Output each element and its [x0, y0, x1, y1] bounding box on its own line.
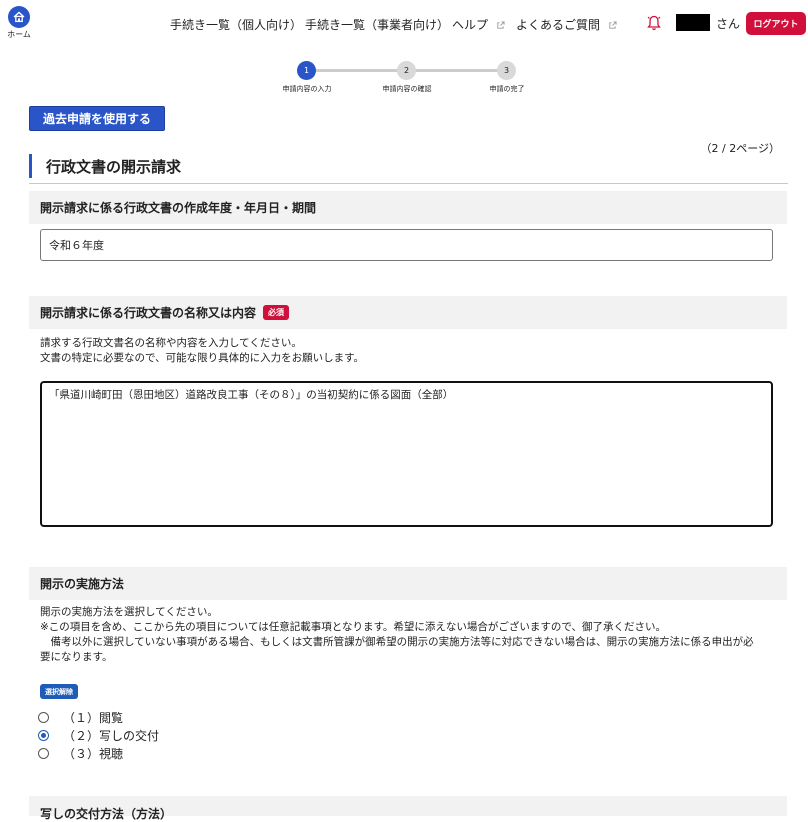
help-line: 要になります。 — [40, 651, 113, 663]
section-heading-method: 開示の実施方法 — [29, 567, 787, 600]
radio-label: （３）視聴 — [63, 747, 124, 761]
step-3-dot: 3 — [497, 61, 516, 80]
radio-button[interactable] — [38, 748, 49, 759]
home-label: ホーム — [7, 30, 31, 39]
nav-help[interactable]: ヘルプ — [452, 16, 505, 33]
external-link-icon — [608, 19, 617, 33]
step-connector — [314, 69, 400, 72]
method-option-listen[interactable]: （３）視聴 — [38, 745, 123, 762]
help-line: 文書の特定に必要なので、可能な限り具体的に入力をお願いします。 — [40, 352, 365, 364]
home-link[interactable]: ホーム — [4, 6, 34, 40]
user-name-redacted — [676, 14, 710, 31]
section-heading-text: 開示請求に係る行政文書の作成年度・年月日・期間 — [40, 201, 317, 215]
logout-button[interactable]: ログアウト — [746, 12, 806, 35]
step-connector — [414, 69, 500, 72]
notification-bell-icon[interactable] — [646, 14, 662, 36]
section-heading-text: 写しの交付方法（方法） — [40, 807, 173, 821]
radio-button[interactable] — [38, 712, 49, 723]
external-link-icon — [496, 19, 505, 33]
nav-procedures-business[interactable]: 手続き一覧（事業者向け） — [305, 16, 449, 33]
section-heading-period: 開示請求に係る行政文書の作成年度・年月日・期間 — [29, 191, 787, 224]
title-divider — [29, 183, 788, 184]
period-input[interactable] — [40, 229, 773, 261]
help-line: 備考以外に選択していない事項がある場合、もしくは文書所管課が御希望の開示の実施方… — [40, 636, 754, 648]
progress-stepper: 1 2 3 申請内容の入力 申請内容の確認 申請の完了 — [0, 58, 808, 98]
step-3-label: 申請の完了 — [489, 85, 525, 93]
document-name-help: 請求する行政文書名の名称や内容を入力してください。 文書の特定に必要なので、可能… — [40, 336, 364, 366]
help-line: 開示の実施方法を選択してください。 — [40, 606, 218, 618]
nav-faq[interactable]: よくあるご質問 — [516, 16, 617, 33]
title-accent-bar — [29, 154, 32, 178]
nav-label: よくあるご質問 — [516, 18, 601, 32]
home-icon — [8, 6, 30, 28]
radio-label: （１）閲覧 — [63, 711, 124, 725]
use-past-application-button[interactable]: 過去申請を使用する — [29, 106, 165, 131]
nav-procedures-individual[interactable]: 手続き一覧（個人向け） — [170, 16, 302, 33]
radio-label: （２）写しの交付 — [63, 729, 160, 743]
radio-button-checked[interactable] — [38, 730, 49, 741]
header: ホーム 手続き一覧（個人向け） 手続き一覧（事業者向け） ヘルプ よくあるご質問… — [0, 0, 808, 48]
nav-label: 手続き一覧（個人向け） — [170, 18, 303, 32]
section-heading-text: 開示の実施方法 — [40, 577, 125, 591]
step-1-label: 申請内容の入力 — [282, 85, 332, 93]
section-heading-document-name: 開示請求に係る行政文書の名称又は内容 必須 — [29, 296, 787, 329]
required-badge: 必須 — [263, 305, 290, 320]
section-heading-copy-method: 写しの交付方法（方法） — [29, 796, 787, 821]
method-option-copy[interactable]: （２）写しの交付 — [38, 727, 159, 744]
method-option-view[interactable]: （１）閲覧 — [38, 709, 123, 726]
document-name-textarea[interactable] — [40, 381, 773, 527]
method-help: 開示の実施方法を選択してください。 ※この項目を含め、ここから先の項目については… — [40, 605, 754, 665]
nav-label: ヘルプ — [452, 18, 489, 32]
nav-label: 手続き一覧（事業者向け） — [305, 18, 450, 32]
help-line: ※この項目を含め、ここから先の項目については任意記載事項となります。希望に添えな… — [40, 621, 666, 633]
step-2-dot: 2 — [397, 61, 416, 80]
step-1-dot: 1 — [297, 61, 316, 80]
user-suffix: さん — [716, 17, 741, 31]
help-line: 請求する行政文書名の名称や内容を入力してください。 — [40, 337, 302, 349]
page-title: 行政文書の開示請求 — [46, 158, 182, 176]
page-indicator: （2 / 2ページ） — [700, 142, 780, 155]
section-heading-text: 開示請求に係る行政文書の名称又は内容 — [40, 306, 257, 320]
clear-selection-button[interactable]: 選択解除 — [40, 684, 78, 699]
step-2-label: 申請内容の確認 — [382, 85, 432, 93]
